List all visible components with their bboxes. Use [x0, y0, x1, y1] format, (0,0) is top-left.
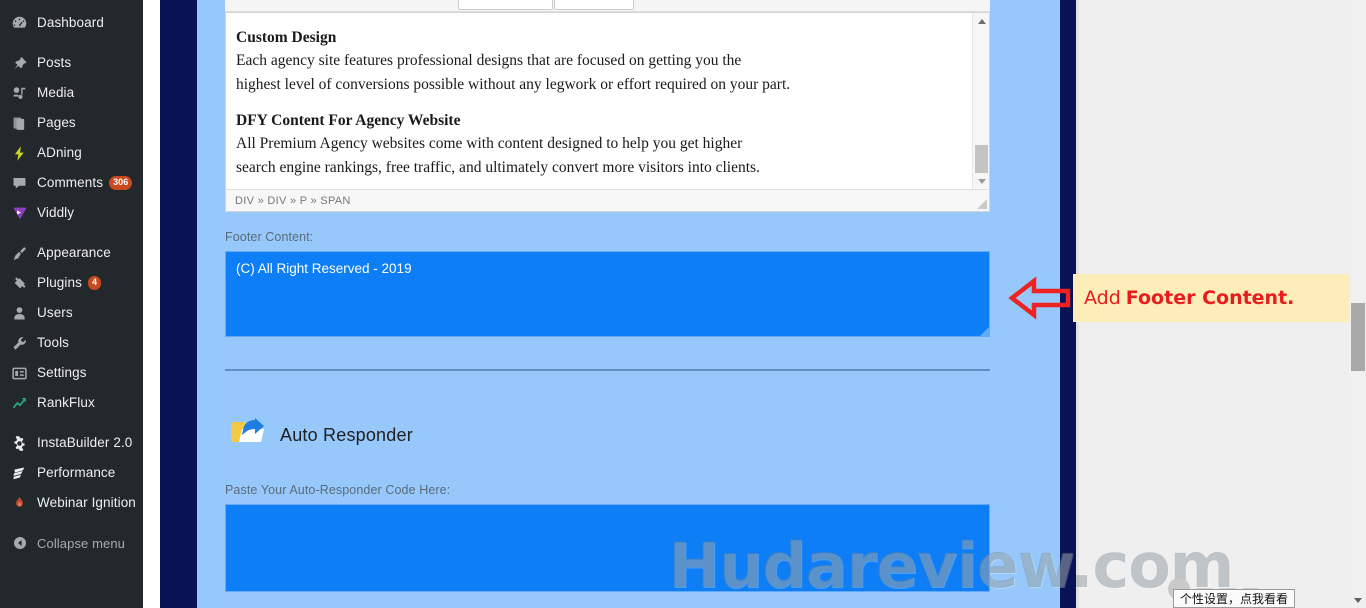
sidebar-item-media[interactable]: Media — [0, 78, 143, 108]
annotation-callout: Add Footer Content. — [1073, 274, 1351, 322]
editor-resize-handle[interactable] — [975, 197, 988, 210]
sidebar-item-settings[interactable]: Settings — [0, 358, 143, 388]
editor-line: highest level of conversions possible wi… — [236, 76, 791, 93]
sidebar-item-dashboard[interactable]: Dashboard — [0, 8, 143, 38]
editor-line: Each agency site features professional d… — [236, 52, 742, 69]
sidebar-item-label: Media — [37, 85, 75, 101]
auto-responder-code-textarea[interactable] — [225, 504, 990, 592]
sidebar-item-instabuilder[interactable]: InstaBuilder 2.0 — [0, 428, 143, 458]
plug-icon — [9, 273, 30, 293]
sidebar-collapse-menu[interactable]: Collapse menu — [0, 528, 143, 558]
editor-element-path: DIV » DIV » P » SPAN — [226, 189, 989, 211]
page-scrollbar-thumb[interactable] — [1351, 303, 1365, 371]
paint-brush-icon — [9, 243, 30, 263]
footer-content-label: Footer Content: — [225, 230, 314, 244]
page-scroll-down-arrow-icon[interactable] — [1350, 592, 1366, 608]
page-scrollbar[interactable] — [1350, 0, 1366, 608]
pin-icon — [9, 53, 30, 73]
plugins-count-badge: 4 — [87, 276, 102, 290]
sidebar-item-tools[interactable]: Tools — [0, 328, 143, 358]
editor-heading-1: Custom Design — [236, 29, 337, 46]
editor-paragraph-1: Each agency site features professional d… — [236, 49, 957, 97]
editor-line: search engine rankings, free traffic, an… — [236, 159, 760, 176]
footer-content-textarea[interactable]: (C) All Right Reserved - 2019 — [225, 251, 990, 337]
sidebar-item-label: Appearance — [37, 245, 111, 261]
sidebar-separator — [0, 418, 143, 428]
flame-icon — [9, 493, 30, 513]
sidebar-item-label: Performance — [37, 465, 116, 481]
collapse-left-icon — [9, 533, 30, 553]
sidebar-item-posts[interactable]: Posts — [0, 48, 143, 78]
sidebar-item-rankflux[interactable]: RankFlux — [0, 388, 143, 418]
scroll-up-arrow-icon[interactable] — [973, 13, 990, 29]
sidebar-item-label: Pages — [37, 115, 76, 131]
sidebar-item-viddly[interactable]: Viddly — [0, 198, 143, 228]
sidebar-item-webinar-ignition[interactable]: Webinar Ignition — [0, 488, 143, 518]
status-tooltip[interactable]: 个性设置，点我看看 — [1173, 589, 1296, 608]
user-icon — [9, 303, 30, 323]
media-icon — [9, 83, 30, 103]
editor-toolbar-strip — [225, 0, 990, 12]
sidebar-item-label: Viddly — [37, 205, 75, 221]
sidebar-item-pages[interactable]: Pages — [0, 108, 143, 138]
sidebar-item-adning[interactable]: ADning — [0, 138, 143, 168]
sidebar-item-label: ADning — [37, 145, 82, 161]
auto-responder-code-label: Paste Your Auto-Responder Code Here: — [225, 483, 451, 497]
sliders-icon — [9, 363, 30, 383]
rich-text-editor[interactable]: Custom Design Each agency site features … — [225, 12, 990, 212]
editor-paragraph-2: All Premium Agency websites come with co… — [236, 132, 957, 180]
sidebar-item-label: Plugins — [37, 275, 82, 291]
auto-responder-header: Auto Responder — [228, 416, 413, 455]
pages-icon — [9, 113, 30, 133]
sidebar-item-label: InstaBuilder 2.0 — [37, 435, 133, 451]
annotation-prefix: Add — [1084, 287, 1121, 309]
sidebar-item-label: Comments — [37, 175, 104, 191]
sidebar-item-label: Settings — [37, 365, 87, 381]
wrench-icon — [9, 333, 30, 353]
sidebar-item-appearance[interactable]: Appearance — [0, 238, 143, 268]
editor-line: All Premium Agency websites come with co… — [236, 135, 743, 152]
admin-sidebar: Dashboard Posts Media Pages ADning Comme… — [0, 0, 143, 608]
left-arrow-annotation-icon — [1008, 272, 1072, 324]
sidebar-separator — [0, 228, 143, 238]
sidebar-collapse-label: Collapse menu — [37, 535, 126, 551]
speed-icon — [9, 463, 30, 483]
page-left-margin — [143, 0, 160, 608]
editor-content[interactable]: Custom Design Each agency site features … — [226, 13, 971, 189]
sidebar-item-label: Users — [37, 305, 73, 321]
sidebar-item-label: Tools — [37, 335, 70, 351]
footer-content-resize-handle[interactable] — [978, 325, 990, 337]
editor-scrollbar-thumb[interactable] — [975, 145, 988, 173]
sidebar-item-label: Posts — [37, 55, 72, 71]
editor-scrollbar[interactable] — [972, 13, 989, 189]
navy-band-left — [160, 0, 197, 608]
editor-heading-2: DFY Content For Agency Website — [236, 112, 461, 129]
sidebar-item-users[interactable]: Users — [0, 298, 143, 328]
sidebar-item-label: Webinar Ignition — [37, 495, 136, 511]
annotation-emphasis: Footer Content. — [1125, 287, 1295, 309]
play-triangle-icon — [9, 203, 30, 223]
sidebar-separator — [0, 518, 143, 528]
sidebar-item-performance[interactable]: Performance — [0, 458, 143, 488]
gear-icon — [9, 433, 30, 453]
sidebar-separator — [0, 38, 143, 48]
dashboard-icon — [9, 13, 30, 33]
auto-responder-reply-icon — [228, 416, 270, 455]
screen: Dashboard Posts Media Pages ADning Comme… — [0, 0, 1366, 608]
toolbar-button-left[interactable] — [458, 0, 553, 10]
section-divider — [225, 369, 990, 371]
comments-count-badge: 306 — [109, 176, 133, 190]
lightning-bolt-icon — [9, 143, 30, 163]
toolbar-button-right[interactable] — [554, 0, 634, 10]
auto-responder-title: Auto Responder — [280, 425, 413, 445]
sidebar-item-plugins[interactable]: Plugins 4 — [0, 268, 143, 298]
sidebar-item-label: RankFlux — [37, 395, 95, 411]
comment-bubble-icon — [9, 173, 30, 193]
scroll-down-arrow-icon[interactable] — [973, 173, 990, 189]
trend-arrow-icon — [9, 393, 30, 413]
sidebar-item-label: Dashboard — [37, 15, 104, 31]
sidebar-item-comments[interactable]: Comments 306 — [0, 168, 143, 198]
